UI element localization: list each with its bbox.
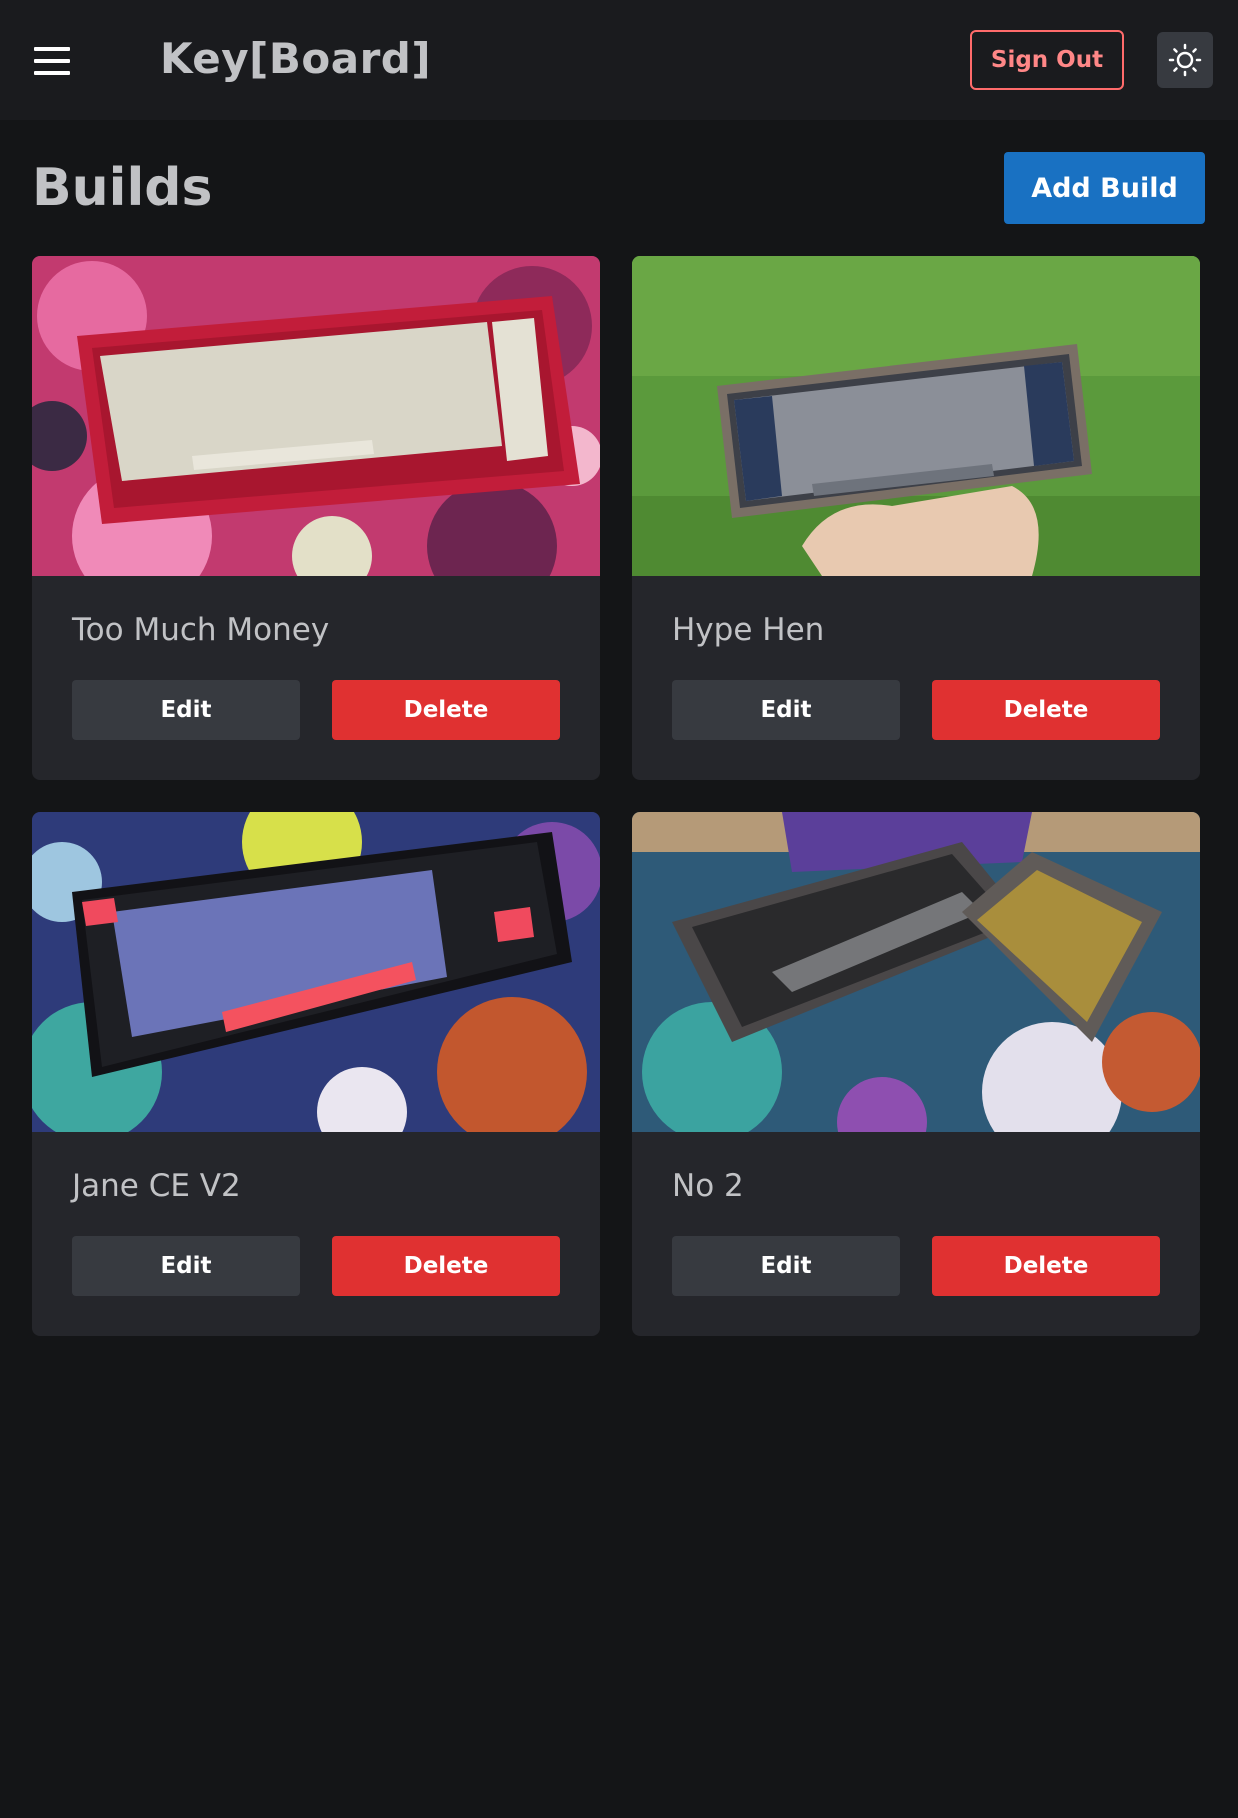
build-card: Too Much Money Edit Delete (32, 256, 600, 780)
edit-button[interactable]: Edit (72, 680, 300, 740)
build-name: Hype Hen (672, 612, 825, 648)
delete-button[interactable]: Delete (332, 1236, 560, 1296)
add-build-button[interactable]: Add Build (1004, 152, 1205, 224)
build-name: Jane CE V2 (72, 1168, 241, 1204)
build-name: Too Much Money (72, 612, 330, 648)
theme-toggle-button[interactable] (1157, 32, 1213, 88)
edit-button[interactable]: Edit (672, 1236, 900, 1296)
hamburger-menu-icon[interactable] (34, 47, 70, 75)
page-title: Builds (32, 158, 213, 218)
edit-button[interactable]: Edit (672, 680, 900, 740)
build-card: Hype Hen Edit Delete (632, 256, 1200, 780)
build-image[interactable] (32, 812, 600, 1132)
edit-button[interactable]: Edit (72, 1236, 300, 1296)
delete-button[interactable]: Delete (932, 680, 1160, 740)
delete-button[interactable]: Delete (932, 1236, 1160, 1296)
sun-icon (1168, 43, 1202, 77)
app-header: Key[Board] Sign Out (0, 0, 1238, 120)
delete-button[interactable]: Delete (332, 680, 560, 740)
build-image[interactable] (632, 256, 1200, 576)
build-card: Jane CE V2 Edit Delete (32, 812, 600, 1336)
brand-logo[interactable]: Key[Board] (160, 34, 431, 83)
build-card: No 2 Edit Delete (632, 812, 1200, 1336)
build-image[interactable] (32, 256, 600, 576)
build-image[interactable] (632, 812, 1200, 1132)
build-name: No 2 (672, 1168, 744, 1204)
sign-out-button[interactable]: Sign Out (970, 30, 1124, 90)
